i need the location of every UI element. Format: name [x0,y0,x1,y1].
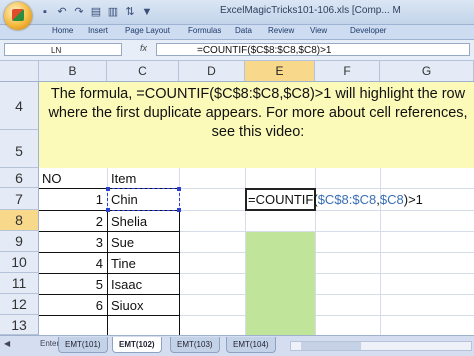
table-cell-item[interactable]: Isaac [111,277,142,292]
chart-icon[interactable]: ▥ [106,5,120,19]
formula-criteria-ref: $C8 [379,192,404,207]
scroll-thumb[interactable] [301,342,361,350]
first-sheet-icon[interactable]: ◀ [4,339,10,348]
column-header-e[interactable]: E [245,61,315,81]
table-border [39,294,180,295]
column-headers: B C D E F G [0,61,474,82]
redo-icon[interactable]: ↷ [72,5,86,19]
quick-print-icon[interactable]: ▤ [89,5,103,19]
tab-insert[interactable]: Insert [88,26,108,35]
tab-data[interactable]: Data [235,26,252,35]
formula-suffix: )>1 [403,192,423,207]
table-cell-no[interactable]: 4 [39,256,103,271]
cell-edit-formula[interactable]: =COUNTIF($C$8:$C8,$C8)>1 [248,192,423,207]
table-border [39,315,180,316]
tab-view[interactable]: View [310,26,327,35]
save-icon[interactable]: ▪ [38,5,52,19]
sheet-tab-emt102[interactable]: EMT(102) [112,337,162,353]
table-cell-no[interactable]: 5 [39,277,103,292]
ribbon-tabs: Home Insert Page Layout Formulas Data Re… [0,25,474,40]
select-all-corner[interactable] [0,61,39,81]
status-mode: Enter [40,339,60,348]
column-header-b[interactable]: B [39,61,107,81]
sheet-tab-bar: ◀ Enter EMT(101) EMT(102) EMT(103) EMT(1… [0,335,474,356]
tab-formulas[interactable]: Formulas [188,26,221,35]
instruction-text: The formula, =COUNTIF($C$8:$C8,$C8)>1 wi… [48,86,468,140]
tab-page-layout[interactable]: Page Layout [125,26,170,35]
horizontal-scrollbar[interactable] [290,341,472,351]
header-no[interactable]: NO [42,171,62,186]
table-cell-item[interactable]: Sue [111,235,134,250]
window-title: ExcelMagicTricks101-106.xls [Comp... M [220,5,401,16]
formula-range-ref: $C$8:$C8 [317,192,377,207]
row-header-12[interactable]: 12 [0,294,39,315]
undo-icon[interactable]: ↶ [55,5,69,19]
tab-developer[interactable]: Developer [350,26,386,35]
row-header-7[interactable]: 7 [0,188,39,210]
table-cell-no[interactable]: 3 [39,235,103,250]
quick-access-toolbar: ▪ ↶ ↷ ▤ ▥ ⇅ ▼ [38,5,154,19]
table-border [39,231,180,232]
title-bar: ▪ ↶ ↷ ▤ ▥ ⇅ ▼ ExcelMagicTricks101-106.xl… [0,0,474,30]
table-cell-item[interactable]: Shelia [111,214,147,229]
table-cell-no[interactable]: 1 [39,192,103,207]
table-cell-item[interactable]: Tine [111,256,136,271]
tab-review[interactable]: Review [268,26,294,35]
name-box[interactable]: LN [4,43,122,56]
filter-icon[interactable]: ▼ [140,5,154,19]
instruction-banner: The formula, =COUNTIF($C$8:$C8,$C8)>1 wi… [39,82,474,168]
column-header-g[interactable]: G [380,61,474,81]
formula-bar: LN fx =COUNTIF($C$8:$C8,$C8)>1 [0,40,474,61]
row-header-6[interactable]: 6 [0,168,39,188]
table-border [39,252,180,253]
sheet-tab-emt104[interactable]: EMT(104) [226,337,276,353]
formula-prefix: =COUNTIF( [248,192,318,207]
table-cell-no[interactable]: 6 [39,298,103,313]
formula-input[interactable]: =COUNTIF($C$8:$C8,$C8)>1 [156,43,470,56]
range-handle[interactable] [106,208,110,212]
row-header-8[interactable]: 8 [0,210,39,231]
table-cell-no[interactable]: 2 [39,214,103,229]
table-cell-item[interactable]: Siuox [111,298,144,313]
row-header-9[interactable]: 9 [0,231,39,252]
office-logo-icon [12,9,24,21]
reference-range-outline [106,187,181,212]
range-handle[interactable] [177,187,181,191]
sheet-tab-emt101[interactable]: EMT(101) [58,337,108,353]
column-header-f[interactable]: F [315,61,380,81]
insert-function-icon[interactable]: fx [140,43,147,53]
row-header-10[interactable]: 10 [0,252,39,273]
row-header-11[interactable]: 11 [0,273,39,294]
worksheet-grid[interactable]: The formula, =COUNTIF($C$8:$C8,$C8)>1 wi… [39,82,474,335]
row-header-13[interactable]: 13 [0,315,39,335]
table-border [39,273,180,274]
sheet-tab-emt103[interactable]: EMT(103) [170,337,220,353]
sort-icon[interactable]: ⇅ [123,5,137,19]
column-header-d[interactable]: D [179,61,245,81]
row-header-5[interactable]: 5 [0,130,39,168]
range-handle[interactable] [177,208,181,212]
header-item[interactable]: Item [111,171,136,186]
highlighted-range [246,232,315,335]
office-button[interactable] [4,2,32,30]
row-header-4[interactable]: 4 [0,82,39,130]
column-header-c[interactable]: C [107,61,179,81]
range-handle[interactable] [106,187,110,191]
tab-home[interactable]: Home [52,26,73,35]
